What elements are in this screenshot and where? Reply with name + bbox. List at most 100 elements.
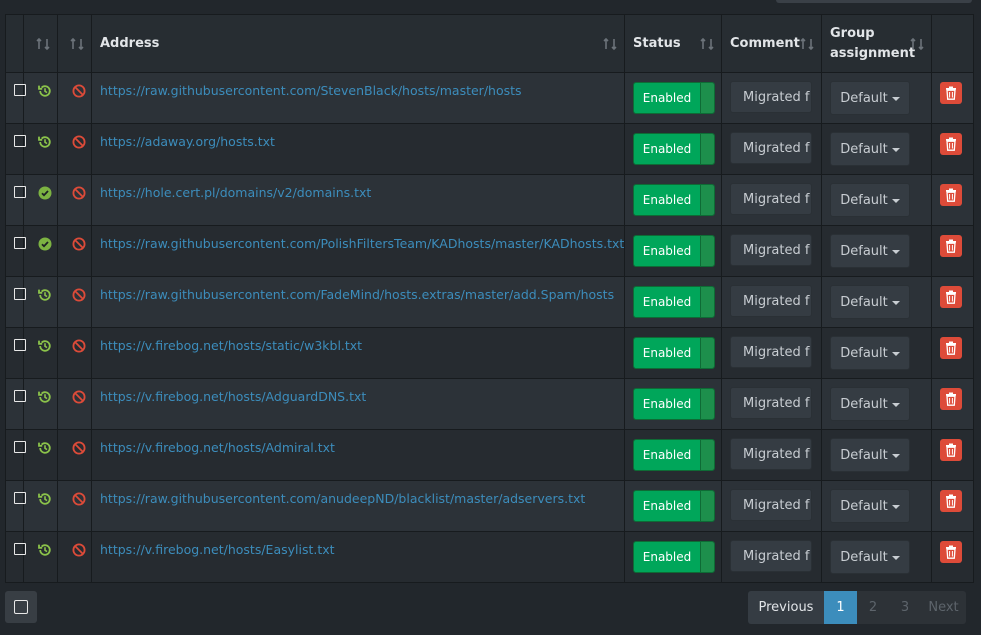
status-toggle[interactable]: Enabled (633, 235, 715, 267)
address-link[interactable]: https://v.firebog.net/hosts/Easylist.txt (100, 542, 335, 557)
group-select[interactable]: Default (830, 234, 910, 268)
row-checkbox[interactable] (14, 543, 26, 555)
status-toggle[interactable]: Enabled (633, 490, 715, 522)
delete-button[interactable] (940, 490, 962, 512)
sort-icon[interactable] (699, 36, 715, 52)
delete-button[interactable] (940, 184, 962, 206)
status-toggle[interactable]: Enabled (633, 184, 715, 216)
header-status[interactable]: Status (624, 14, 722, 73)
pagination-next[interactable]: Next (921, 591, 966, 624)
status-toggle[interactable]: Enabled (633, 541, 715, 573)
group-select[interactable]: Default (830, 183, 910, 217)
delete-button[interactable] (940, 388, 962, 410)
header-comment[interactable]: Comment (721, 14, 822, 73)
row-checkbox[interactable] (14, 186, 26, 198)
row-checkbox[interactable] (14, 339, 26, 351)
toggle-handle[interactable] (700, 134, 714, 164)
sort-icon[interactable] (35, 36, 51, 52)
toggle-handle[interactable] (700, 542, 714, 572)
blocked-icon (71, 491, 87, 507)
sort-icon[interactable] (602, 36, 618, 52)
pagination-previous[interactable]: Previous (748, 591, 824, 624)
trash-icon (946, 443, 956, 457)
row-checkbox[interactable] (14, 135, 26, 147)
group-select[interactable]: Default (830, 489, 910, 523)
row-checkbox[interactable] (14, 492, 26, 504)
address-link[interactable]: https://hole.cert.pl/domains/v2/domains.… (100, 185, 371, 200)
delete-button[interactable] (940, 337, 962, 359)
group-select[interactable]: Default (830, 285, 910, 319)
delete-button[interactable] (940, 82, 962, 104)
group-select[interactable]: Default (830, 387, 910, 421)
comment-input[interactable]: Migrated f (730, 387, 812, 419)
toggle-handle[interactable] (700, 440, 714, 470)
pagination-page-1[interactable]: 1 (824, 591, 857, 624)
status-cell: Enabled (624, 123, 722, 175)
sort-icon[interactable] (799, 36, 815, 52)
address-link[interactable]: https://raw.githubusercontent.com/FadeMi… (100, 287, 614, 302)
state-cell (23, 174, 58, 226)
comment-input[interactable]: Migrated f (730, 489, 812, 521)
address-link[interactable]: https://adaway.org/hosts.txt (100, 134, 275, 149)
sort-icon[interactable] (69, 36, 85, 52)
group-select[interactable]: Default (830, 540, 910, 574)
group-select[interactable]: Default (830, 336, 910, 370)
row-checkbox[interactable] (14, 288, 26, 300)
row-checkbox[interactable] (14, 237, 26, 249)
toggle-handle[interactable] (700, 287, 714, 317)
header-address[interactable]: Address (91, 14, 625, 73)
header-group[interactable]: Group assignment (821, 14, 932, 73)
status-toggle[interactable]: Enabled (633, 286, 715, 318)
delete-button[interactable] (940, 235, 962, 257)
pagination-page-3[interactable]: 3 (889, 591, 921, 624)
history-icon (37, 542, 53, 558)
row-checkbox[interactable] (14, 390, 26, 402)
comment-input[interactable]: Migrated f (730, 234, 812, 266)
toggle-handle[interactable] (700, 185, 714, 215)
status-toggle[interactable]: Enabled (633, 337, 715, 369)
group-select[interactable]: Default (830, 81, 910, 115)
status-toggle[interactable]: Enabled (633, 439, 715, 471)
delete-button[interactable] (940, 439, 962, 461)
header-block[interactable] (57, 14, 92, 73)
address-link[interactable]: https://raw.githubusercontent.com/Polish… (100, 236, 624, 251)
sort-icon[interactable] (909, 36, 925, 52)
pagination-page-2[interactable]: 2 (857, 591, 889, 624)
comment-input[interactable]: Migrated f (730, 183, 812, 215)
toggle-handle[interactable] (700, 83, 714, 113)
state-cell (23, 531, 58, 583)
toggle-handle[interactable] (700, 338, 714, 368)
group-select[interactable]: Default (830, 132, 910, 166)
comment-cell: Migrated f (721, 123, 822, 175)
history-icon (37, 338, 53, 354)
toggle-handle[interactable] (700, 491, 714, 521)
address-link[interactable]: https://v.firebog.net/hosts/Admiral.txt (100, 440, 335, 455)
group-value: Default (840, 193, 888, 208)
status-toggle[interactable]: Enabled (633, 388, 715, 420)
comment-input[interactable]: Migrated f (730, 540, 812, 572)
state-cell (23, 123, 58, 175)
address-link[interactable]: https://raw.githubusercontent.com/Steven… (100, 83, 522, 98)
status-label: Enabled (634, 185, 700, 215)
delete-button[interactable] (940, 133, 962, 155)
status-toggle[interactable]: Enabled (633, 133, 715, 165)
group-select[interactable]: Default (830, 438, 910, 472)
select-all-button[interactable] (5, 591, 37, 623)
comment-input[interactable]: Migrated f (730, 336, 812, 368)
comment-input[interactable]: Migrated f (730, 438, 812, 470)
comment-input[interactable]: Migrated f (730, 285, 812, 317)
comment-input[interactable]: Migrated f (730, 81, 812, 113)
toggle-handle[interactable] (700, 389, 714, 419)
header-state[interactable] (23, 14, 58, 73)
status-toggle[interactable]: Enabled (633, 82, 715, 114)
row-checkbox[interactable] (14, 441, 26, 453)
address-link[interactable]: https://v.firebog.net/hosts/static/w3kbl… (100, 338, 362, 353)
delete-button[interactable] (940, 541, 962, 563)
address-link[interactable]: https://v.firebog.net/hosts/AdguardDNS.t… (100, 389, 366, 404)
address-cell: https://raw.githubusercontent.com/Steven… (91, 72, 625, 124)
toggle-handle[interactable] (700, 236, 714, 266)
delete-button[interactable] (940, 286, 962, 308)
comment-input[interactable]: Migrated f (730, 132, 812, 164)
row-checkbox[interactable] (14, 84, 26, 96)
address-link[interactable]: https://raw.githubusercontent.com/anudee… (100, 491, 585, 506)
